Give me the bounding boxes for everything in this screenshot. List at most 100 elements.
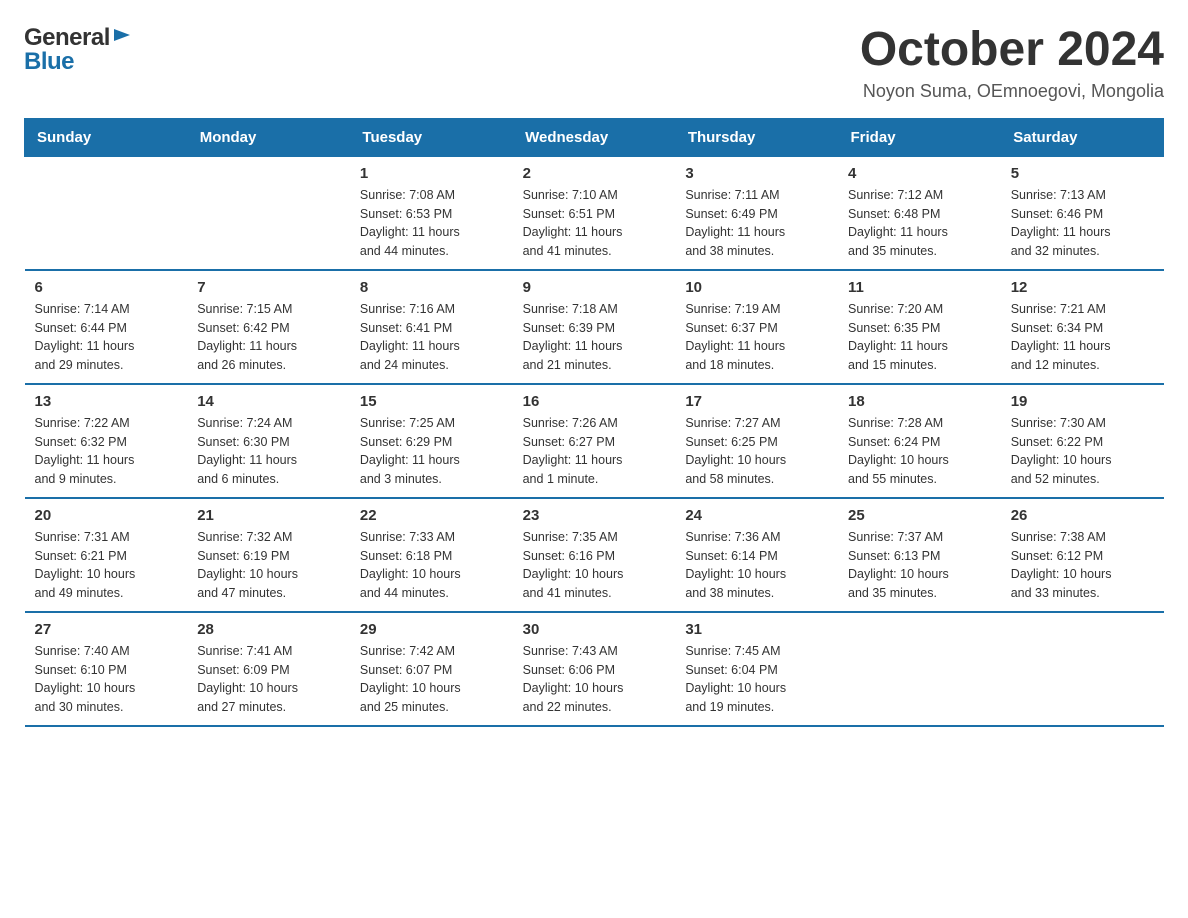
calendar-header-day: Saturday bbox=[1001, 118, 1164, 156]
calendar-header-day: Wednesday bbox=[513, 118, 676, 156]
day-number: 15 bbox=[360, 393, 503, 410]
day-number: 6 bbox=[35, 279, 178, 296]
day-info: Sunrise: 7:18 AMSunset: 6:39 PMDaylight:… bbox=[523, 300, 666, 375]
calendar-body: 1Sunrise: 7:08 AMSunset: 6:53 PMDaylight… bbox=[25, 156, 1164, 726]
day-info: Sunrise: 7:08 AMSunset: 6:53 PMDaylight:… bbox=[360, 186, 503, 261]
calendar-header: SundayMondayTuesdayWednesdayThursdayFrid… bbox=[25, 118, 1164, 156]
day-info: Sunrise: 7:28 AMSunset: 6:24 PMDaylight:… bbox=[848, 414, 991, 489]
calendar-day-cell: 31 Sunrise: 7:45 AMSunset: 6:04 PMDayligh… bbox=[675, 612, 838, 726]
calendar-header-day: Friday bbox=[838, 118, 1001, 156]
day-number: 10 bbox=[685, 279, 828, 296]
day-info: Sunrise: 7:21 AMSunset: 6:34 PMDaylight:… bbox=[1011, 300, 1154, 375]
day-info: Sunrise: 7:20 AMSunset: 6:35 PMDaylight:… bbox=[848, 300, 991, 375]
day-number: 21 bbox=[197, 507, 340, 524]
calendar-day-cell: 15 Sunrise: 7:25 AMSunset: 6:29 PMDayligh… bbox=[350, 384, 513, 498]
day-number: 24 bbox=[685, 507, 828, 524]
day-number: 14 bbox=[197, 393, 340, 410]
calendar-week-row: 6 Sunrise: 7:14 AMSunset: 6:44 PMDaylight… bbox=[25, 270, 1164, 384]
day-info: Sunrise: 7:26 AMSunset: 6:27 PMDaylight:… bbox=[523, 414, 666, 489]
calendar-day-cell: 23 Sunrise: 7:35 AMSunset: 6:16 PMDayligh… bbox=[513, 498, 676, 612]
day-number: 5 bbox=[1011, 165, 1154, 182]
calendar-header-day: Monday bbox=[187, 118, 350, 156]
calendar-day-cell: 24 Sunrise: 7:36 AMSunset: 6:14 PMDayligh… bbox=[675, 498, 838, 612]
calendar-day-cell: 2 Sunrise: 7:10 AMSunset: 6:51 PMDaylight… bbox=[513, 156, 676, 270]
calendar-day-cell: 27Sunrise: 7:40 AMSunset: 6:10 PMDayligh… bbox=[25, 612, 188, 726]
day-info: Sunrise: 7:35 AMSunset: 6:16 PMDaylight:… bbox=[523, 528, 666, 603]
day-number: 27 bbox=[35, 621, 178, 638]
logo-flag-icon bbox=[112, 27, 134, 49]
calendar-week-row: 20 Sunrise: 7:31 AMSunset: 6:21 PMDayligh… bbox=[25, 498, 1164, 612]
title-block: October 2024 Noyon Suma, OEmnoegovi, Mon… bbox=[860, 24, 1164, 102]
day-info: Sunrise: 7:30 AMSunset: 6:22 PMDaylight:… bbox=[1011, 414, 1154, 489]
calendar-day-cell: 5 Sunrise: 7:13 AMSunset: 6:46 PMDaylight… bbox=[1001, 156, 1164, 270]
day-info: Sunrise: 7:36 AMSunset: 6:14 PMDaylight:… bbox=[685, 528, 828, 603]
calendar-day-cell: 29Sunrise: 7:42 AMSunset: 6:07 PMDayligh… bbox=[350, 612, 513, 726]
day-info: Sunrise: 7:27 AMSunset: 6:25 PMDaylight:… bbox=[685, 414, 828, 489]
calendar-day-cell: 12 Sunrise: 7:21 AMSunset: 6:34 PMDayligh… bbox=[1001, 270, 1164, 384]
calendar-day-cell: 13Sunrise: 7:22 AMSunset: 6:32 PMDayligh… bbox=[25, 384, 188, 498]
calendar-header-day: Tuesday bbox=[350, 118, 513, 156]
page-header: General Blue October 2024 Noyon Suma, OE… bbox=[24, 24, 1164, 102]
day-number: 9 bbox=[523, 279, 666, 296]
calendar-day-cell: 10 Sunrise: 7:19 AMSunset: 6:37 PMDayligh… bbox=[675, 270, 838, 384]
calendar-week-row: 1Sunrise: 7:08 AMSunset: 6:53 PMDaylight… bbox=[25, 156, 1164, 270]
calendar-day-cell: 28 Sunrise: 7:41 AMSunset: 6:09 PMDayligh… bbox=[187, 612, 350, 726]
calendar-day-cell: 8Sunrise: 7:16 AMSunset: 6:41 PMDaylight… bbox=[350, 270, 513, 384]
day-info: Sunrise: 7:25 AMSunset: 6:29 PMDaylight:… bbox=[360, 414, 503, 489]
day-number: 4 bbox=[848, 165, 991, 182]
day-info: Sunrise: 7:13 AMSunset: 6:46 PMDaylight:… bbox=[1011, 186, 1154, 261]
calendar-week-row: 27Sunrise: 7:40 AMSunset: 6:10 PMDayligh… bbox=[25, 612, 1164, 726]
day-number: 28 bbox=[197, 621, 340, 638]
calendar-day-cell: 25Sunrise: 7:37 AMSunset: 6:13 PMDayligh… bbox=[838, 498, 1001, 612]
day-number: 17 bbox=[685, 393, 828, 410]
month-title: October 2024 bbox=[860, 24, 1164, 77]
day-number: 3 bbox=[685, 165, 828, 182]
calendar-day-cell: 1Sunrise: 7:08 AMSunset: 6:53 PMDaylight… bbox=[350, 156, 513, 270]
day-number: 7 bbox=[197, 279, 340, 296]
calendar-day-cell: 21Sunrise: 7:32 AMSunset: 6:19 PMDayligh… bbox=[187, 498, 350, 612]
calendar-day-cell: 30Sunrise: 7:43 AMSunset: 6:06 PMDayligh… bbox=[513, 612, 676, 726]
day-info: Sunrise: 7:10 AMSunset: 6:51 PMDaylight:… bbox=[523, 186, 666, 261]
calendar-header-day: Thursday bbox=[675, 118, 838, 156]
day-number: 12 bbox=[1011, 279, 1154, 296]
day-number: 25 bbox=[848, 507, 991, 524]
calendar-day-cell: 18 Sunrise: 7:28 AMSunset: 6:24 PMDayligh… bbox=[838, 384, 1001, 498]
calendar-day-cell bbox=[838, 612, 1001, 726]
day-info: Sunrise: 7:31 AMSunset: 6:21 PMDaylight:… bbox=[35, 528, 178, 603]
calendar-day-cell: 4 Sunrise: 7:12 AMSunset: 6:48 PMDaylight… bbox=[838, 156, 1001, 270]
calendar-header-day: Sunday bbox=[25, 118, 188, 156]
day-number: 13 bbox=[35, 393, 178, 410]
day-number: 26 bbox=[1011, 507, 1154, 524]
day-number: 11 bbox=[848, 279, 991, 296]
calendar-day-cell: 6 Sunrise: 7:14 AMSunset: 6:44 PMDaylight… bbox=[25, 270, 188, 384]
calendar-day-cell bbox=[187, 156, 350, 270]
day-info: Sunrise: 7:12 AMSunset: 6:48 PMDaylight:… bbox=[848, 186, 991, 261]
day-number: 8 bbox=[360, 279, 503, 296]
day-number: 2 bbox=[523, 165, 666, 182]
calendar-day-cell: 20 Sunrise: 7:31 AMSunset: 6:21 PMDayligh… bbox=[25, 498, 188, 612]
day-number: 30 bbox=[523, 621, 666, 638]
day-number: 22 bbox=[360, 507, 503, 524]
day-number: 29 bbox=[360, 621, 503, 638]
day-info: Sunrise: 7:45 AMSunset: 6:04 PMDaylight:… bbox=[685, 642, 828, 717]
calendar-day-cell: 17 Sunrise: 7:27 AMSunset: 6:25 PMDayligh… bbox=[675, 384, 838, 498]
calendar-week-row: 13Sunrise: 7:22 AMSunset: 6:32 PMDayligh… bbox=[25, 384, 1164, 498]
logo-blue-text: Blue bbox=[24, 48, 74, 76]
day-number: 16 bbox=[523, 393, 666, 410]
calendar-day-cell: 19Sunrise: 7:30 AMSunset: 6:22 PMDayligh… bbox=[1001, 384, 1164, 498]
calendar-day-cell bbox=[1001, 612, 1164, 726]
calendar-day-cell: 14 Sunrise: 7:24 AMSunset: 6:30 PMDayligh… bbox=[187, 384, 350, 498]
day-info: Sunrise: 7:19 AMSunset: 6:37 PMDaylight:… bbox=[685, 300, 828, 375]
day-info: Sunrise: 7:14 AMSunset: 6:44 PMDaylight:… bbox=[35, 300, 178, 375]
calendar-header-row: SundayMondayTuesdayWednesdayThursdayFrid… bbox=[25, 118, 1164, 156]
day-number: 31 bbox=[685, 621, 828, 638]
calendar-day-cell: 11 Sunrise: 7:20 AMSunset: 6:35 PMDayligh… bbox=[838, 270, 1001, 384]
location-title: Noyon Suma, OEmnoegovi, Mongolia bbox=[860, 81, 1164, 102]
day-info: Sunrise: 7:41 AMSunset: 6:09 PMDaylight:… bbox=[197, 642, 340, 717]
day-info: Sunrise: 7:24 AMSunset: 6:30 PMDaylight:… bbox=[197, 414, 340, 489]
day-number: 23 bbox=[523, 507, 666, 524]
day-number: 18 bbox=[848, 393, 991, 410]
calendar-day-cell: 9 Sunrise: 7:18 AMSunset: 6:39 PMDaylight… bbox=[513, 270, 676, 384]
day-number: 20 bbox=[35, 507, 178, 524]
calendar-day-cell: 3Sunrise: 7:11 AMSunset: 6:49 PMDaylight… bbox=[675, 156, 838, 270]
